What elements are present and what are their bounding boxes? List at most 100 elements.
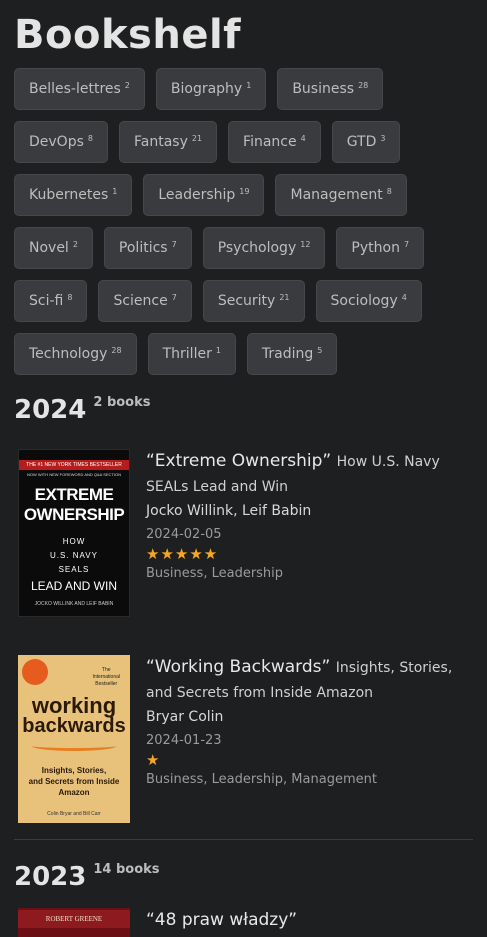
tag-security[interactable]: Security 21 [202,280,305,322]
tag-politics[interactable]: Politics 7 [103,227,192,269]
tag-business[interactable]: Business 28 [277,68,384,110]
tag-sociology[interactable]: Sociology 4 [315,280,422,322]
cover-text: Colin Bryar and Bill Carr [47,811,101,817]
tag-count: 28 [111,345,122,355]
tag-label: Science [113,293,168,309]
cover-text: The International Bestseller [92,667,120,687]
tag-belles-lettres[interactable]: Belles-lettres 2 [14,68,145,110]
tag-count: 8 [386,186,392,196]
tag-label: DevOps [29,134,84,150]
tag-list: Belles-lettres 2 Biography 1 Business 28 DevOp… [14,68,476,375]
tag-label: Politics [118,240,168,256]
book-item[interactable]: ROBERT GREENE “48 praw władzy” [14,908,473,937]
page-title: Bookshelf [14,12,242,58]
tag-label: Belles-lettres [29,81,121,97]
cover-text: LEAD AND WIN [30,579,117,593]
book-info: “48 praw władzy” [146,908,473,937]
cover-text: JOCKO WILLINK AND LEIF BABIN [34,601,114,607]
tag-count: 8 [67,292,73,302]
tag-label: Psychology [217,240,297,256]
year-book-count: 14 books [93,862,160,877]
book-cover-image[interactable]: ROBERT GREENE [18,908,130,937]
tag-label: Trading [261,346,314,362]
tag-count: 12 [300,239,311,249]
tag-label: Sociology [330,293,398,309]
tag-count: 7 [171,292,177,302]
tag-gtd[interactable]: GTD 3 [331,121,401,163]
tag-count: 8 [87,133,93,143]
book-info: “Extreme Ownership” How U.S. Navy SEALs … [146,449,473,617]
book-item[interactable]: THE #1 NEW YORK TIMES BESTSELLER NOW WIT… [14,449,473,617]
tag-label: Thriller [162,346,212,362]
tag-count: 1 [112,186,118,196]
tag-kubernetes[interactable]: Kubernetes 1 [14,174,133,216]
year-header-2023: 2023 14 books [14,860,473,894]
tag-python[interactable]: Python 7 [336,227,425,269]
book-authors: Bryar Colin [146,709,224,725]
tag-count: 2 [72,239,78,249]
tag-novel[interactable]: Novel 2 [14,227,93,269]
tag-sci-fi[interactable]: Sci-fi 8 [14,280,88,322]
tag-fantasy[interactable]: Fantasy 21 [118,121,218,163]
tag-label: Novel [29,240,69,256]
tag-label: GTD [346,134,377,150]
book-cover-image[interactable]: THE #1 NEW YORK TIMES BESTSELLER NOW WIT… [18,449,130,617]
book-rating-stars: ★ [146,751,161,769]
tag-count: 4 [401,292,407,302]
tag-count: 21 [191,133,203,143]
cover-text: HOW U.S. NAVY SEALS [50,537,98,574]
tag-biography[interactable]: Biography 1 [155,68,267,110]
book-rating-stars: ★★★★★ [146,545,219,563]
tag-technology[interactable]: Technology 28 [14,333,137,375]
tag-trading[interactable]: Trading 5 [246,333,338,375]
cover-arrow [32,741,116,751]
book-title[interactable]: “48 praw władzy” [146,908,473,932]
tag-thriller[interactable]: Thriller 1 [147,333,236,375]
tag-science[interactable]: Science 7 [98,280,192,322]
book-authors: Jocko Willink, Leif Babin [146,503,312,519]
tag-label: Python [351,240,400,256]
book-categories: Business, Leadership [146,566,284,581]
book-title[interactable]: “Working Backwards” Insights, Stories, a… [146,655,473,705]
year-header-2024: 2024 2 books [14,393,473,427]
tag-label: Fantasy [133,134,188,150]
tag-count: 7 [171,239,177,249]
tag-count: 7 [403,239,410,249]
tag-finance[interactable]: Finance 4 [228,121,321,163]
tag-label: Leadership [158,187,236,203]
tag-count: 21 [279,292,290,302]
book-date: 2024-01-23 [146,733,222,748]
tag-leadership[interactable]: Leadership 19 [143,174,265,216]
cover-badge [22,659,48,685]
book-title-main: “Extreme Ownership” [146,451,332,471]
tag-devops[interactable]: DevOps 8 [14,121,108,163]
year-label: 2024 [14,395,87,425]
book-cover-image[interactable]: The International Bestseller working backw… [18,655,130,823]
book-info: “Working Backwards” Insights, Stories, a… [146,655,473,823]
book-title[interactable]: “Extreme Ownership” How U.S. Navy SEALs … [146,449,473,499]
cover-text: THE #1 NEW YORK TIMES BESTSELLER [19,460,129,470]
tag-count: 3 [380,133,386,143]
cover-text: NOW WITH NEW FOREWORD AND Q&A SECTION [27,472,121,477]
tag-count: 4 [300,133,306,143]
tag-label: Business [292,81,355,97]
tag-management[interactable]: Management 8 [275,174,407,216]
year-divider [14,839,473,840]
book-date: 2024-02-05 [146,527,222,542]
cover-text: backwards [22,715,126,737]
year-book-count: 2 books [93,395,151,410]
year-label: 2023 [14,862,87,892]
book-title-main: “Working Backwards” [146,657,331,677]
tag-label: Sci-fi [29,293,64,309]
book-item[interactable]: The International Bestseller working backw… [14,655,473,823]
tag-psychology[interactable]: Psychology 12 [202,227,326,269]
tag-label: Finance [243,134,297,150]
tag-label: Technology [29,346,108,362]
tag-count: 1 [246,80,252,90]
cover-text: ROBERT GREENE [18,910,130,928]
tag-count: 28 [358,80,369,90]
tag-label: Security [217,293,276,309]
tag-label: Management [290,187,383,203]
tag-count: 5 [317,345,323,355]
tag-count: 1 [215,345,221,355]
